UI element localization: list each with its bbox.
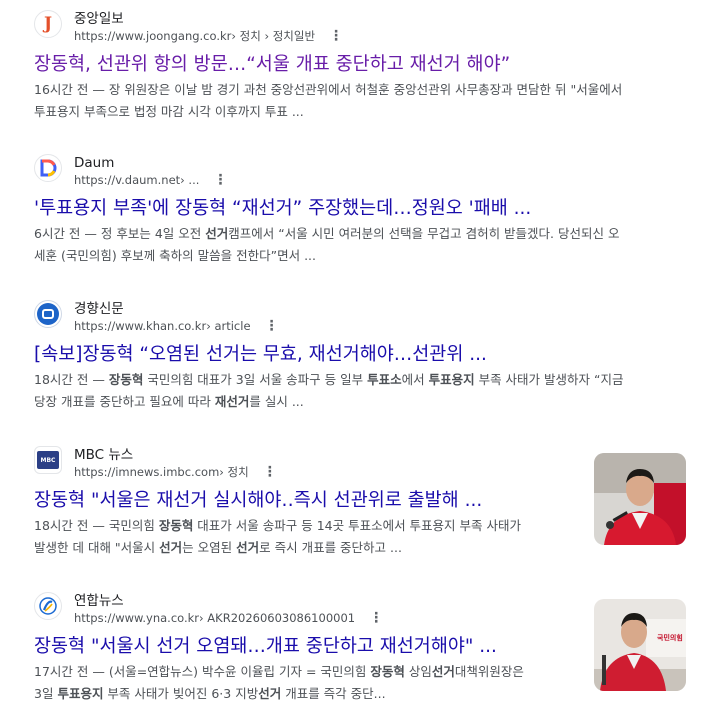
snippet-text: 를 실시 ...	[249, 394, 304, 409]
daum-favicon-icon	[34, 154, 62, 182]
snippet-highlight: 장동혁	[158, 518, 194, 533]
site-url: https://imnews.imbc.com	[74, 465, 220, 479]
search-result-daum: Daum https://v.daum.net › ... ⋮ '투표용지 부족…	[34, 154, 694, 267]
snippet-line: 3일 투표용지 부족 사태가 빚어진 6·3 지방선거 개표를 즉각 중단...	[34, 683, 584, 705]
snippet-highlight: 선거	[431, 664, 455, 679]
site-info[interactable]: J 중앙일보 https://www.joongang.co.kr › 정치 ›…	[34, 10, 694, 50]
site-name: 경향신문	[74, 301, 124, 317]
more-options-icon[interactable]: ⋮	[369, 610, 383, 626]
snippet-line: 투표용지 부족으로 법정 마감 시각 이후까지 투표 ...	[34, 104, 304, 119]
mbc-favicon-icon: MBC	[34, 446, 62, 474]
joongang-favicon-letter: J	[43, 14, 53, 34]
yonhap-thumbnail-image[interactable]: 국민의힘	[594, 599, 686, 691]
site-info[interactable]: 경향신문 https://www.khan.co.kr › article ⋮	[34, 300, 694, 340]
snippet-highlight: 장동혁	[108, 372, 144, 387]
mbc-logo-text: MBC	[40, 456, 56, 464]
yonhap-logo-icon	[39, 597, 57, 615]
url-breadcrumb: › 정치 › 정치일반	[231, 29, 316, 43]
site-url: https://www.yna.co.kr	[74, 611, 200, 625]
url-breadcrumb: › ...	[180, 173, 200, 187]
site-info[interactable]: Daum https://v.daum.net › ... ⋮	[34, 154, 694, 194]
snippet-highlight: 투표용지	[57, 686, 104, 701]
search-result-mbc: MBC MBC 뉴스 https://imnews.imbc.com › 정치 …	[34, 446, 584, 559]
snippet-line: 16시간 전 — 장 위원장은 이날 밤 경기 과천 중앙선관위에서 허철훈 중…	[34, 82, 623, 97]
speaker-photo	[594, 599, 686, 691]
more-options-icon[interactable]: ⋮	[213, 172, 227, 188]
url-breadcrumb: › article	[206, 319, 251, 333]
result-snippet: 18시간 전 — 국민의힘 장동혁 대표가 서울 송파구 등 14곳 투표소에서…	[34, 515, 584, 559]
site-info[interactable]: 연합뉴스 https://www.yna.co.kr › AKR20260603…	[34, 592, 584, 632]
search-result-khan: 경향신문 https://www.khan.co.kr › article ⋮ …	[34, 300, 694, 413]
result-snippet: 18시간 전 — 장동혁 국민의힘 대표가 3일 서울 송파구 등 일부 투표소…	[34, 369, 694, 413]
result-title-link[interactable]: 장동혁 "서울은 재선거 실시해야‥즉시 선관위로 출발해 ...	[34, 488, 584, 514]
snippet-highlight: 장동혁	[370, 664, 405, 679]
snippet-text: 상임	[404, 664, 432, 679]
snippet-text: 18시간 전 — 국민의힘	[34, 518, 159, 533]
url-breadcrumb: › AKR20260603086100001	[199, 611, 356, 625]
snippet-text: 3일	[34, 686, 58, 701]
search-result-yonhap: 연합뉴스 https://www.yna.co.kr › AKR20260603…	[34, 592, 584, 705]
result-title-link[interactable]: 장동혁, 선관위 항의 방문…“서울 개표 중단하고 재선거 해야”	[34, 52, 694, 78]
snippet-text: 대표가 서울 송파구 등 14곳 투표소에서 투표용지 부족 사태가	[193, 518, 521, 533]
snippet-highlight: 선거	[258, 686, 282, 701]
snippet-text: 에서	[401, 372, 429, 387]
snippet-text: 발생한 데 대해 "서울시	[34, 540, 160, 555]
snippet-line: 17시간 전 — (서울=연합뉴스) 박수윤 이율립 기자 = 국민의힘 장동혁…	[34, 661, 584, 683]
khan-logo-icon	[37, 303, 59, 325]
snippet-text: 6시간 전 — 정 후보는 4일 오전	[34, 226, 206, 241]
snippet-highlight: 선거	[159, 540, 183, 555]
snippet-highlight: 투표용지	[428, 372, 475, 387]
snippet-text: 는 오염된	[182, 540, 237, 555]
snippet-text: 국민의힘 대표가 3일 서울 송파구 등 일부	[143, 372, 368, 387]
snippet-text: 캠프에서 “서울 시민 여러분의 선택을 무겁고 겸허히 받들겠다. 당선되신 …	[228, 226, 620, 241]
url-breadcrumb: › 정치	[219, 465, 249, 479]
speaker-photo	[594, 453, 686, 545]
more-options-icon[interactable]: ⋮	[329, 28, 343, 44]
snippet-text: 개표를 즉각 중단...	[281, 686, 386, 701]
search-result-joongang: J 중앙일보 https://www.joongang.co.kr › 정치 ›…	[34, 10, 694, 123]
result-title-link[interactable]: 장동혁 "서울시 선거 오염돼…개표 중단하고 재선거해야" ...	[34, 634, 584, 660]
snippet-highlight: 투표소	[367, 372, 402, 387]
snippet-line: 세훈 (국민의힘) 후보께 축하의 말씀을 전한다”면서 ...	[34, 248, 316, 263]
joongang-favicon-icon: J	[34, 10, 62, 38]
result-snippet: 16시간 전 — 장 위원장은 이날 밤 경기 과천 중앙선관위에서 허철훈 중…	[34, 79, 694, 123]
mbc-logo-icon: MBC	[37, 451, 59, 469]
site-name: 연합뉴스	[74, 593, 124, 609]
photo-sign-text: 국민의힘	[657, 634, 683, 642]
result-snippet: 6시간 전 — 정 후보는 4일 오전 선거캠프에서 “서울 시민 여러분의 선…	[34, 223, 694, 267]
more-options-icon[interactable]: ⋮	[265, 318, 279, 334]
more-options-icon[interactable]: ⋮	[263, 464, 277, 480]
result-title-link[interactable]: [속보]장동혁 “오염된 선거는 무효, 재선거해야…선관위 ...	[34, 342, 694, 368]
snippet-line: 18시간 전 — 국민의힘 장동혁 대표가 서울 송파구 등 14곳 투표소에서…	[34, 515, 584, 537]
result-snippet: 17시간 전 — (서울=연합뉴스) 박수윤 이율립 기자 = 국민의힘 장동혁…	[34, 661, 584, 705]
snippet-text: 부족 사태가 빚어진 6·3 지방	[103, 686, 259, 701]
khan-favicon-icon	[34, 300, 62, 328]
site-name: Daum	[74, 155, 115, 171]
mbc-thumbnail-image[interactable]	[594, 453, 686, 545]
site-url: https://www.joongang.co.kr	[74, 29, 232, 43]
snippet-line: 18시간 전 — 장동혁 국민의힘 대표가 3일 서울 송파구 등 일부 투표소…	[34, 369, 694, 391]
snippet-highlight: 선거	[236, 540, 260, 555]
site-url: https://v.daum.net	[74, 173, 181, 187]
snippet-text: 대책위원장은	[454, 664, 524, 679]
snippet-text: 당장 개표를 중단하고 필요에 따라	[34, 394, 215, 409]
site-info[interactable]: MBC MBC 뉴스 https://imnews.imbc.com › 정치 …	[34, 446, 584, 486]
snippet-line: 발생한 데 대해 "서울시 선거는 오염된 선거로 즉시 개표를 중단하고 ..…	[34, 537, 584, 559]
snippet-text: 18시간 전 —	[34, 372, 109, 387]
site-url: https://www.khan.co.kr	[74, 319, 207, 333]
site-name: 중앙일보	[74, 11, 124, 27]
result-title-link[interactable]: '투표용지 부족'에 장동혁 “재선거” 주장했는데…정원오 '패배 ...	[34, 196, 694, 222]
snippet-highlight: 선거	[205, 226, 229, 241]
snippet-text: 로 즉시 개표를 중단하고 ...	[259, 540, 402, 555]
snippet-line: 6시간 전 — 정 후보는 4일 오전 선거캠프에서 “서울 시민 여러분의 선…	[34, 223, 694, 245]
snippet-line: 당장 개표를 중단하고 필요에 따라 재선거를 실시 ...	[34, 391, 694, 413]
site-name: MBC 뉴스	[74, 447, 134, 463]
snippet-text: 부족 사태가 발생하자 “지금	[474, 372, 624, 387]
daum-logo-icon	[40, 159, 57, 177]
snippet-highlight: 재선거	[214, 394, 250, 409]
snippet-text: 17시간 전 — (서울=연합뉴스) 박수윤 이율립 기자 = 국민의힘	[34, 664, 371, 679]
yonhap-favicon-icon	[34, 592, 62, 620]
